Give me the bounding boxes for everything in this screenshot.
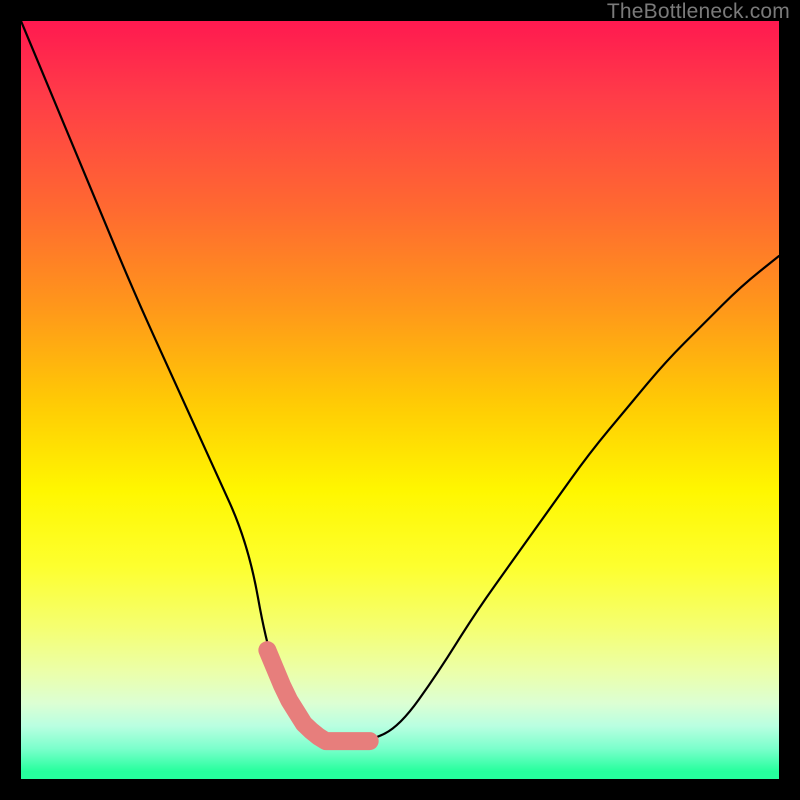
- bottleneck-curve-line: [21, 21, 779, 741]
- minimum-highlight-line: [267, 650, 369, 741]
- chart-container: [21, 21, 779, 779]
- chart-svg: [21, 21, 779, 779]
